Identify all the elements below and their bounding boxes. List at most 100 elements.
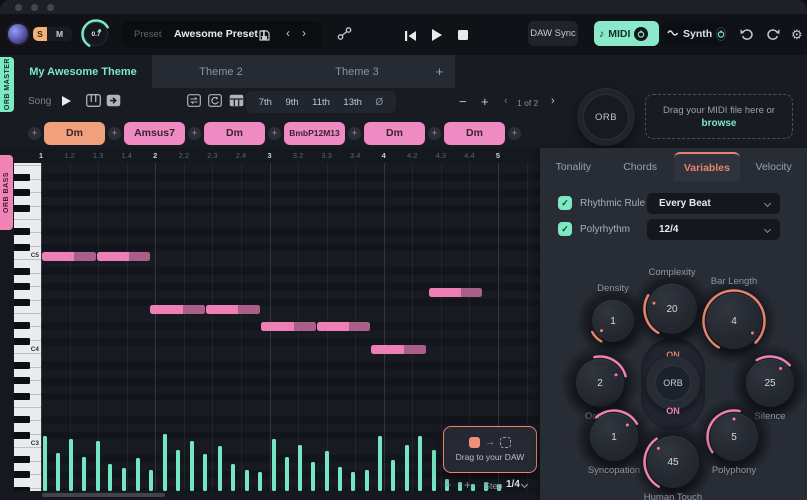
- drag-to-daw-box[interactable]: → Drag to your DAW: [443, 426, 537, 473]
- velocity-bar[interactable]: [69, 439, 73, 491]
- chord-block-dm[interactable]: Dm: [44, 122, 105, 145]
- chord-block-amsus7[interactable]: Amsus7: [124, 122, 185, 145]
- polyphony-knob[interactable]: 5: [710, 413, 758, 461]
- midi-note[interactable]: [97, 252, 150, 261]
- velocity-bar[interactable]: [218, 446, 222, 491]
- velocity-bar[interactable]: [176, 450, 180, 491]
- tab-theme-1[interactable]: My Awesome Theme: [14, 55, 152, 88]
- polyrhythm-dropdown[interactable]: 12/4: [647, 219, 780, 240]
- rhythmic-rule-dropdown[interactable]: Every Beat: [647, 193, 780, 214]
- orb-on-bottom[interactable]: ON: [653, 406, 693, 416]
- chord-block-dm[interactable]: Dm: [444, 122, 505, 145]
- play-button[interactable]: [432, 29, 442, 41]
- bar-length-knob[interactable]: 4: [706, 293, 762, 349]
- chord-block-bmbp12m13[interactable]: BmbP12M13: [284, 122, 345, 145]
- syncopation-knob[interactable]: 1: [590, 413, 638, 461]
- velocity-bar[interactable]: [43, 436, 47, 491]
- velocity-bar[interactable]: [272, 439, 276, 491]
- velocity-bar[interactable]: [285, 457, 289, 491]
- undo-icon[interactable]: [740, 27, 754, 45]
- daw-sync-button[interactable]: DAW Sync: [528, 21, 578, 46]
- save-preset-icon[interactable]: [259, 28, 270, 46]
- tab-chords[interactable]: Chords: [607, 152, 674, 181]
- piano-keys[interactable]: C5C4C3: [14, 163, 41, 491]
- silence-knob[interactable]: 25: [746, 359, 794, 407]
- orb-bass-side-tab[interactable]: ORB BASS: [0, 155, 13, 230]
- step-plus-button[interactable]: +: [464, 478, 471, 492]
- preset-prev-button[interactable]: ‹: [286, 26, 290, 40]
- volume-knob[interactable]: 0.7: [84, 22, 108, 46]
- step-value-select[interactable]: 1/4: [506, 479, 520, 490]
- velocity-bar[interactable]: [122, 468, 126, 491]
- velocity-bar[interactable]: [96, 441, 100, 491]
- velocity-bar[interactable]: [458, 482, 462, 491]
- window-zoom-button[interactable]: [47, 4, 54, 11]
- midi-note[interactable]: [150, 305, 205, 314]
- page-next-button[interactable]: ›: [551, 95, 555, 107]
- chord-block-dm[interactable]: Dm: [364, 122, 425, 145]
- skip-to-start-button[interactable]: [404, 29, 417, 47]
- midi-note[interactable]: [371, 345, 426, 354]
- keyboard-grid-icon[interactable]: [229, 94, 244, 112]
- piano-icon[interactable]: [86, 94, 101, 112]
- preset-next-button[interactable]: ›: [302, 26, 306, 40]
- add-chord-button[interactable]: +: [348, 127, 361, 140]
- velocity-bar[interactable]: [351, 472, 355, 491]
- synth-power-icon[interactable]: [716, 27, 726, 41]
- velocity-bar[interactable]: [203, 454, 207, 491]
- song-play-button[interactable]: [62, 96, 71, 106]
- add-chord-button[interactable]: +: [188, 127, 201, 140]
- step-minus-button[interactable]: −: [444, 478, 451, 492]
- extension-7th[interactable]: 7th: [259, 97, 272, 108]
- solo-button[interactable]: S: [33, 27, 47, 41]
- mute-button[interactable]: M: [47, 27, 72, 41]
- velocity-bar[interactable]: [163, 434, 167, 491]
- zoom-in-button[interactable]: +: [481, 94, 489, 109]
- extension-13th[interactable]: 13th: [343, 97, 362, 108]
- gear-icon[interactable]: ⚙: [791, 27, 803, 43]
- sync-arrows-icon[interactable]: [187, 94, 201, 112]
- add-theme-button[interactable]: +: [424, 55, 455, 88]
- orb-center-button[interactable]: ORB: [646, 356, 700, 410]
- horizontal-scrollbar[interactable]: [42, 493, 165, 497]
- velocity-bar[interactable]: [338, 467, 342, 491]
- midi-toggle[interactable]: ♪ MIDI: [594, 21, 659, 46]
- stop-button[interactable]: [458, 30, 468, 40]
- velocity-bar[interactable]: [378, 436, 382, 491]
- midi-note[interactable]: [317, 322, 370, 331]
- polyrhythm-checkbox[interactable]: ✓: [558, 222, 572, 236]
- rhythmic-rule-checkbox[interactable]: ✓: [558, 196, 572, 210]
- add-chord-button[interactable]: +: [508, 127, 521, 140]
- velocity-bar[interactable]: [149, 470, 153, 491]
- velocity-bar[interactable]: [298, 445, 302, 491]
- velocity-bar[interactable]: [258, 472, 262, 491]
- extension-9th[interactable]: 9th: [285, 97, 298, 108]
- add-chord-button[interactable]: +: [428, 127, 441, 140]
- synth-toggle[interactable]: Synth: [662, 21, 726, 46]
- velocity-bar[interactable]: [231, 464, 235, 491]
- density-knob[interactable]: 1: [592, 300, 634, 342]
- velocity-bar[interactable]: [471, 484, 475, 491]
- velocity-bar[interactable]: [325, 451, 329, 491]
- velocity-bar[interactable]: [432, 450, 436, 491]
- midi-dropzone[interactable]: Drag your MIDI file here or browse: [645, 94, 793, 139]
- velocity-bar[interactable]: [82, 457, 86, 491]
- regenerate-icon[interactable]: [208, 94, 222, 112]
- velocity-bar[interactable]: [190, 441, 194, 491]
- add-chord-button[interactable]: +: [268, 127, 281, 140]
- human-touch-knob[interactable]: 45: [647, 436, 699, 488]
- midi-note[interactable]: [206, 305, 260, 314]
- velocity-bar[interactable]: [245, 470, 249, 491]
- orb-generate-button[interactable]: ORB: [577, 88, 635, 146]
- velocity-bar[interactable]: [136, 458, 140, 491]
- velocity-bar[interactable]: [418, 436, 422, 491]
- midi-power-icon[interactable]: [634, 27, 648, 41]
- velocity-bar[interactable]: [405, 445, 409, 491]
- orb-master-side-tab[interactable]: ORB MASTER: [0, 57, 14, 112]
- complexity-knob[interactable]: 20: [647, 284, 697, 334]
- midi-note[interactable]: [42, 252, 96, 261]
- tab-tonality[interactable]: Tonality: [540, 152, 607, 181]
- velocity-bar[interactable]: [108, 464, 112, 491]
- add-chord-button[interactable]: +: [108, 127, 121, 140]
- tab-theme-3[interactable]: Theme 3: [290, 55, 424, 88]
